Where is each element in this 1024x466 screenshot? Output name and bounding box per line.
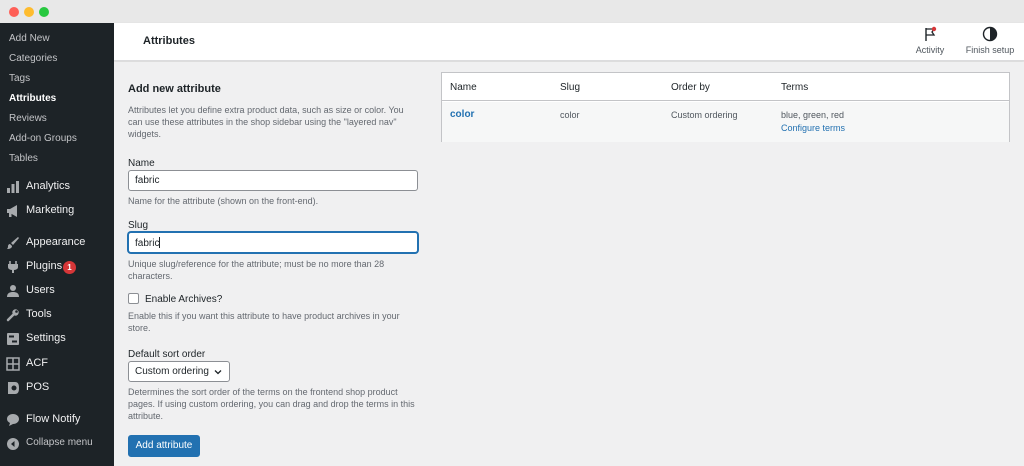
finish-setup-button[interactable]: Finish setup [962, 26, 1018, 58]
submenu-tags[interactable]: Tags [9, 73, 30, 84]
close-window-button[interactable] [9, 7, 19, 17]
attribute-order-by: Custom ordering [671, 110, 738, 120]
main-content: Add new attribute Attributes let you def… [114, 62, 1024, 466]
window-titlebar [0, 0, 1024, 23]
name-input[interactable]: fabric [128, 170, 418, 191]
archives-help: Enable this if you want this attribute t… [128, 311, 400, 333]
form-intro: Attributes let you define extra product … [128, 105, 404, 139]
attribute-slug: color [560, 110, 580, 120]
page-header: Attributes Activity Finish setup [114, 23, 1024, 61]
menu-label-collapse: Collapse menu [26, 437, 93, 448]
chart-icon [7, 181, 19, 193]
configure-terms-link[interactable]: Configure terms [781, 123, 845, 133]
menu-label-tools: Tools [26, 308, 52, 320]
submenu-add-on-groups[interactable]: Add-on Groups [9, 133, 77, 144]
menu-item-users[interactable]: Users [0, 281, 114, 303]
enable-archives-checkbox[interactable] [128, 293, 139, 304]
name-help: Name for the attribute (shown on the fro… [128, 196, 319, 206]
submenu-add-new[interactable]: Add New [9, 33, 50, 44]
menu-item-analytics[interactable]: Analytics [0, 177, 114, 199]
menu-label-acf: ACF [26, 357, 48, 369]
add-attribute-button[interactable]: Add attribute [128, 435, 200, 457]
slug-label: Slug [128, 220, 149, 231]
plugin-icon [8, 261, 18, 273]
chevron-down-icon [214, 370, 222, 375]
menu-item-settings[interactable]: Settings [0, 329, 114, 351]
submenu-reviews[interactable]: Reviews [9, 113, 47, 124]
finish-setup-label: Finish setup [965, 45, 1015, 55]
menu-label-pos: POS [26, 381, 50, 393]
menu-item-pos[interactable]: POS [0, 378, 114, 400]
column-header-name: Name [450, 82, 477, 93]
chat-icon [7, 414, 19, 426]
slug-help: Unique slug/reference for the attribute;… [128, 259, 385, 281]
table-row: color color Custom ordering blue, green,… [442, 102, 1009, 142]
attributes-table: Name Slug Order by Terms color color Cus… [441, 72, 1010, 142]
enable-archives-label[interactable]: Enable Archives? [145, 294, 222, 305]
menu-item-marketing[interactable]: Marketing [0, 201, 114, 223]
collapse-menu-button[interactable]: Collapse menu [0, 434, 114, 456]
admin-sidebar: Add New Categories Tags Attributes Revie… [0, 23, 114, 466]
name-label: Name [128, 158, 155, 169]
pos-icon [8, 382, 19, 394]
activity-button[interactable]: Activity [912, 26, 948, 58]
minimize-window-button[interactable] [24, 7, 34, 17]
column-header-terms: Terms [781, 82, 809, 93]
sort-order-label: Default sort order [128, 349, 206, 360]
sort-order-select[interactable]: Custom ordering [128, 361, 230, 382]
sort-order-help: Determines the sort order of the terms o… [128, 387, 415, 421]
activity-label: Activity [915, 45, 945, 55]
menu-item-plugins[interactable]: Plugins 1 [0, 257, 114, 279]
name-input-value: fabric [135, 175, 160, 186]
text-caret [159, 237, 161, 248]
flag-icon [925, 26, 937, 41]
half-circle-icon [982, 26, 998, 42]
grid-icon [6, 357, 20, 371]
submenu-attributes[interactable]: Attributes [9, 93, 56, 104]
menu-label-users: Users [26, 284, 55, 296]
sort-order-value: Custom ordering [135, 366, 209, 377]
menu-label-settings: Settings [26, 332, 66, 344]
settings-icon [7, 333, 19, 345]
attribute-name-link[interactable]: color [450, 109, 474, 120]
megaphone-icon [7, 205, 17, 217]
menu-label-analytics: Analytics [26, 180, 71, 192]
brush-icon [7, 237, 19, 249]
page-title: Attributes [143, 35, 195, 47]
slug-input-value: fabric [135, 238, 160, 249]
form-title: Add new attribute [128, 83, 221, 95]
submenu-categories[interactable]: Categories [9, 53, 57, 64]
menu-item-appearance[interactable]: Appearance [0, 233, 114, 255]
menu-label-flow-notify: Flow Notify [26, 413, 81, 425]
wrench-icon [6, 309, 19, 322]
slug-input[interactable]: fabric [128, 232, 418, 253]
user-icon [7, 285, 19, 297]
zoom-window-button[interactable] [39, 7, 49, 17]
menu-label-appearance: Appearance [26, 236, 86, 248]
menu-label-marketing: Marketing [26, 204, 75, 216]
column-header-order-by: Order by [671, 82, 710, 93]
submenu-tables[interactable]: Tables [9, 153, 38, 164]
table-header: Name Slug Order by Terms [442, 73, 1009, 101]
plugins-update-badge: 1 [63, 261, 76, 274]
menu-item-tools[interactable]: Tools [0, 305, 114, 327]
menu-label-plugins: Plugins [26, 260, 63, 272]
menu-item-acf[interactable]: ACF [0, 354, 114, 376]
menu-item-flow-notify[interactable]: Flow Notify [0, 410, 114, 432]
column-header-slug: Slug [560, 82, 581, 93]
collapse-icon [7, 438, 19, 450]
attribute-terms: blue, green, red [781, 110, 845, 120]
